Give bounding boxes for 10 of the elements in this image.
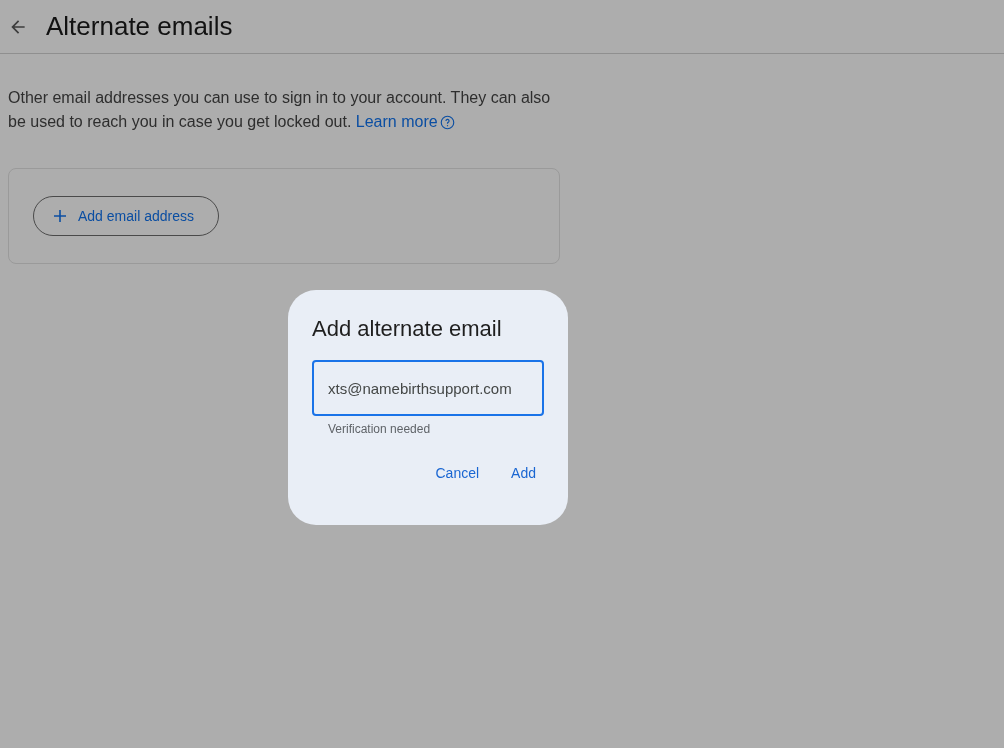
description-text: Other email addresses you can use to sign in to your account. They can also be used to reach you in case you get locked out. Learn more	[8, 86, 568, 134]
add-button[interactable]: Add	[503, 459, 544, 487]
page-title: Alternate emails	[46, 11, 233, 42]
email-field[interactable]: xts@namebirthsupport.com	[312, 360, 544, 416]
help-icon	[439, 114, 455, 130]
dialog-title: Add alternate email	[312, 316, 503, 342]
helper-text: Verification needed	[328, 422, 431, 436]
cancel-button[interactable]: Cancel	[427, 459, 488, 487]
learn-more-link[interactable]: Learn more	[355, 110, 455, 134]
plus-icon	[52, 208, 68, 224]
